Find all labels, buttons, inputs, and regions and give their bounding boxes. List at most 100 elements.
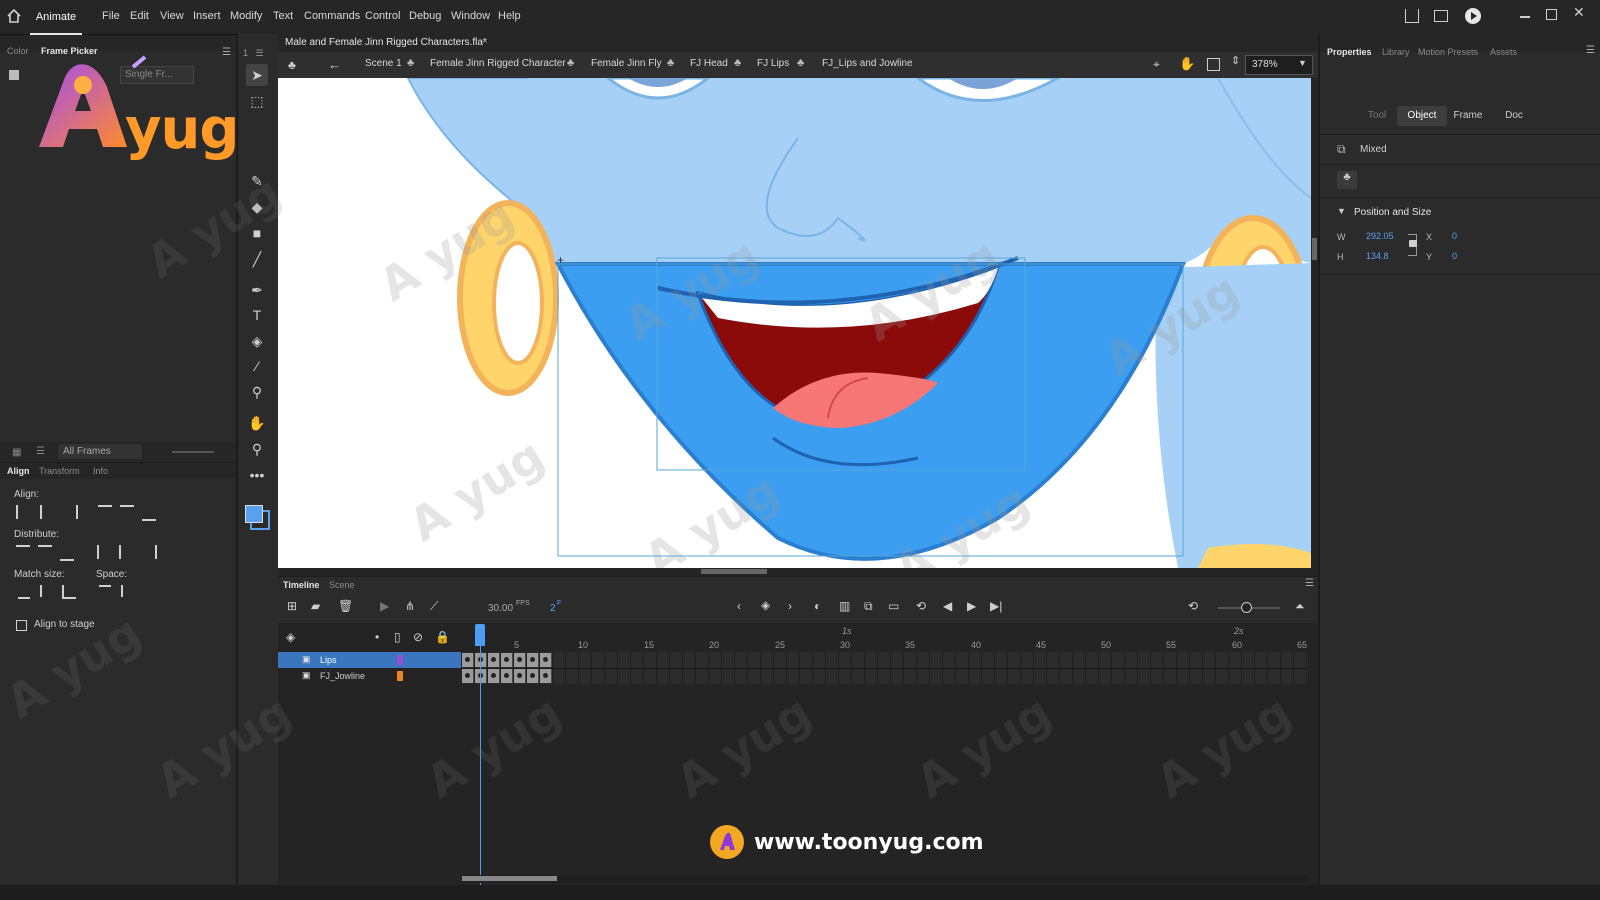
breadcrumb-lips[interactable]: FJ Lips <box>757 58 789 69</box>
distribute-bottom-icon[interactable] <box>60 545 74 561</box>
segment-doc[interactable]: Doc <box>1496 106 1532 126</box>
stage-rotate-icon[interactable]: ✋ <box>1179 56 1195 72</box>
frames-dropdown[interactable]: All Frames <box>58 444 142 459</box>
hand-tool-icon[interactable]: ✋ <box>246 412 268 434</box>
loop-icon[interactable]: ⟲ <box>916 599 926 613</box>
minimize-icon[interactable] <box>1520 16 1530 18</box>
tab-timeline[interactable]: Timeline <box>283 580 319 590</box>
chevron-down-icon[interactable]: ▼ <box>1337 206 1346 216</box>
breadcrumb-lips-jowline[interactable]: FJ_Lips and Jowline <box>822 58 913 69</box>
frame-cell[interactable] <box>462 669 474 683</box>
play-icon[interactable]: ▶ <box>967 599 976 613</box>
distribute-right-icon[interactable] <box>141 545 157 559</box>
timeline-scrollbar[interactable] <box>462 875 1308 883</box>
graph-icon[interactable]: ⟋ <box>430 599 438 614</box>
camera-icon[interactable]: ▶ <box>380 599 389 613</box>
free-transform-tool-icon[interactable]: ⬚ <box>246 90 268 112</box>
menu-help[interactable]: Help <box>498 10 521 22</box>
breadcrumb-character[interactable]: Female Jinn Rigged Character <box>430 58 566 69</box>
frame-cell[interactable] <box>501 653 513 667</box>
document-tab-title[interactable]: Male and Female Jinn Rigged Characters.f… <box>285 37 487 48</box>
stage-vertical-scrollbar[interactable] <box>1311 78 1318 568</box>
frame-cell[interactable] <box>462 653 474 667</box>
pen-tool-icon[interactable]: ✒ <box>246 279 268 301</box>
thumbnail-size-slider[interactable] <box>172 451 214 453</box>
next-keyframe-icon[interactable]: › <box>788 599 792 613</box>
tab-align[interactable]: Align <box>7 466 30 476</box>
zoom-tool-icon[interactable]: ⚲ <box>246 438 268 460</box>
align-bottom-icon[interactable] <box>142 505 156 521</box>
zoom-dropdown-icon[interactable]: ▼ <box>1298 58 1307 68</box>
align-hcenter-icon[interactable] <box>40 505 56 519</box>
frame-cell[interactable] <box>514 669 526 683</box>
stage-canvas[interactable]: + A yug A yug A yug A yug A yug A yug A … <box>278 78 1311 568</box>
tab-properties[interactable]: Properties <box>1327 47 1372 57</box>
menu-file[interactable]: File <box>102 10 120 22</box>
footer-url[interactable]: www.toonyug.com <box>754 830 984 855</box>
layer-row-jowline[interactable]: ▣ FJ_Jowline <box>278 668 461 684</box>
layer-color-swatch[interactable] <box>397 671 403 681</box>
clip-stage-icon[interactable] <box>1207 58 1220 71</box>
frame-cell[interactable] <box>475 669 487 683</box>
frame-cell[interactable] <box>475 653 487 667</box>
match-both-icon[interactable] <box>62 585 76 599</box>
insert-keyframe-icon[interactable]: ◈ <box>761 598 770 612</box>
layer-color-swatch[interactable] <box>397 655 403 665</box>
breadcrumb-head[interactable]: FJ Head <box>690 58 728 69</box>
distribute-hcenter-icon[interactable] <box>119 545 135 559</box>
frame-cell[interactable] <box>501 669 513 683</box>
close-icon[interactable]: ✕ <box>1573 4 1585 21</box>
eyedropper-tool-icon[interactable]: ⁄ <box>246 355 268 377</box>
paint-bucket-tool-icon[interactable]: ◈ <box>246 330 268 352</box>
segment-tool[interactable]: Tool <box>1360 106 1394 126</box>
menu-window[interactable]: Window <box>451 10 490 22</box>
document-tab-close-icon[interactable]: × <box>482 36 488 47</box>
stage-horizontal-scrollbar[interactable] <box>278 568 1318 576</box>
fit-stage-icon[interactable]: ⇕ <box>1231 54 1240 67</box>
align-to-stage-checkbox[interactable] <box>16 620 27 631</box>
hide-layers-icon[interactable]: ⊘ <box>413 630 423 644</box>
align-top-icon[interactable] <box>98 505 112 521</box>
new-layer-icon[interactable]: ⊞ <box>287 599 297 613</box>
distribute-vcenter-icon[interactable] <box>38 545 52 561</box>
grid-view-icon[interactable]: ▦ <box>12 447 21 458</box>
tab-assets[interactable]: Assets <box>1490 47 1517 57</box>
selection-tool-icon[interactable]: ➤ <box>246 64 268 86</box>
insert-blank-keyframe-icon[interactable]: ▭ <box>888 599 899 613</box>
space-vertical-icon[interactable] <box>99 585 111 599</box>
edit-multiple-frames-icon[interactable]: ▥ <box>839 599 850 613</box>
fps-value[interactable]: 30.00 <box>488 603 513 614</box>
restore-icon[interactable] <box>1546 9 1557 20</box>
highlight-layers-icon[interactable]: • <box>375 630 379 644</box>
delete-layer-icon[interactable]: 🗑 <box>338 599 353 613</box>
frame-cell[interactable] <box>488 653 500 667</box>
collapse-timeline-icon[interactable]: ⏶ <box>1295 599 1305 614</box>
match-height-icon[interactable] <box>40 585 54 597</box>
menu-commands[interactable]: Commands <box>304 10 360 22</box>
prev-keyframe-icon[interactable]: ‹ <box>737 599 741 613</box>
list-view-icon[interactable]: ☰ <box>36 446 45 457</box>
menu-text[interactable]: Text <box>273 10 293 22</box>
center-frame-icon[interactable]: ⟲ <box>1188 599 1198 613</box>
playhead[interactable] <box>475 624 485 646</box>
test-movie-icon[interactable] <box>1465 8 1481 24</box>
home-icon[interactable] <box>7 8 21 23</box>
frame-cell[interactable] <box>540 653 552 667</box>
symbol-icon[interactable]: ♣ <box>288 58 296 72</box>
timeline-menu-icon[interactable]: ☰ <box>1305 578 1314 589</box>
section-title[interactable]: Position and Size <box>1354 207 1431 218</box>
back-arrow-icon[interactable]: ← <box>328 57 341 72</box>
properties-menu-icon[interactable]: ☰ <box>1586 45 1595 56</box>
pin-tool-icon[interactable]: ⚲ <box>246 381 268 403</box>
align-left-icon[interactable] <box>16 505 32 519</box>
distribute-top-icon[interactable] <box>16 545 30 561</box>
current-frame-value[interactable]: 2 <box>550 603 556 614</box>
fill-color-swatch[interactable] <box>245 505 263 523</box>
frame-cell[interactable] <box>488 669 500 683</box>
frame-cell[interactable] <box>527 653 539 667</box>
menu-edit[interactable]: Edit <box>130 10 149 22</box>
frame-cell[interactable] <box>527 669 539 683</box>
align-vcenter-icon[interactable] <box>120 505 134 521</box>
x-value[interactable]: 0 <box>1452 231 1457 241</box>
create-tween-icon[interactable]: ⧉ <box>864 599 873 614</box>
